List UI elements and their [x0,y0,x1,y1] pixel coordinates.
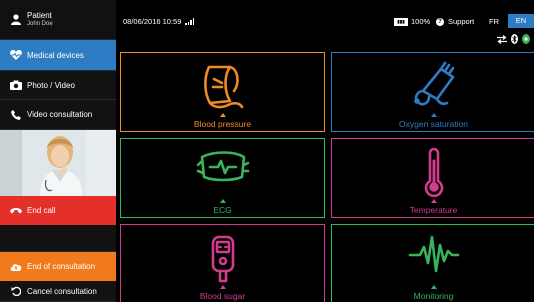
connectivity-icons [497,34,530,44]
tile-indicator-triangle [219,285,226,289]
device-tile-blood-sugar[interactable]: Blood sugar [120,224,325,302]
pulse-oximeter-icon [413,61,454,106]
datetime: 08/06/2016 10:59 [123,17,195,26]
hang-up-icon [9,204,23,218]
patient-info[interactable]: Patient John Doe [0,0,116,40]
signal-icon [185,18,195,25]
cloud-upload-icon [9,260,23,274]
end-call-label: End call [27,206,56,215]
support-label: Support [448,17,475,26]
tile-indicator-triangle [430,199,437,203]
tile-label: Oxygen saturation [399,119,468,129]
camera-icon [9,78,23,92]
sync-arrows-icon [497,34,507,44]
doctor-video-feed [0,130,116,196]
patient-label: Patient [27,10,52,20]
tile-label: Monitoring [413,291,454,301]
heartbeat-icon [408,235,459,273]
datetime-text: 08/06/2016 10:59 [123,17,182,26]
connection-status-icon [522,34,530,44]
battery-icon: ▮▮▮ [394,17,408,26]
tile-label: ECG [213,205,232,215]
tile-indicator-triangle [430,113,437,117]
tile-indicator-triangle [219,113,226,117]
sidebar-item-label: Video consultation [27,110,93,119]
device-tile-ecg[interactable]: ECG [120,138,325,218]
language-en-button[interactable]: EN [508,14,534,28]
undo-icon [9,284,23,298]
thermometer-icon [424,147,443,197]
sidebar: Patient John Doe Medical devices Photo /… [0,0,116,302]
tile-label: Blood sugar [199,291,246,301]
patient-name: John Doe [27,20,53,27]
heart-pulse-icon [9,48,23,62]
sidebar-item-photo-video[interactable]: Photo / Video [0,71,116,100]
language-fr-button[interactable]: FR [489,17,499,26]
blood-pressure-cuff-icon [203,65,243,109]
glucometer-icon [211,235,234,283]
tile-indicator-triangle [219,199,226,203]
sidebar-item-video-consultation[interactable]: Video consultation [0,100,116,130]
device-tile-oxygen-saturation[interactable]: Oxygen saturation [331,52,534,132]
status-bar: 08/06/2016 10:59 ▮▮▮ 100% ? Support FR E… [116,0,534,50]
cancel-consultation-button[interactable]: Cancel consultation [0,281,116,302]
sidebar-item-label: Photo / Video [27,80,75,90]
device-tile-temperature[interactable]: Temperature [331,138,534,218]
support-link[interactable]: ? Support [436,17,474,26]
sidebar-spacer [0,225,116,252]
battery-percent: 100% [411,17,431,26]
end-consultation-label: End of consultation [27,262,96,271]
device-tile-blood-pressure[interactable]: Blood pressure [120,52,325,132]
end-call-button[interactable]: End call [0,196,116,225]
help-icon: ? [436,17,444,26]
sidebar-item-medical-devices[interactable]: Medical devices [0,40,116,71]
user-icon [9,13,23,27]
bluetooth-icon [511,34,518,44]
battery-status: ▮▮▮ 100% [394,17,430,26]
doctor-portrait-image [0,130,116,196]
end-consultation-button[interactable]: End of consultation [0,252,116,281]
tile-label: Blood pressure [193,119,252,129]
tile-indicator-triangle [430,285,437,289]
tablet-screen: Patient John Doe Medical devices Photo /… [0,0,534,302]
sidebar-item-label: Medical devices [27,50,84,60]
phone-icon [9,108,23,122]
ecg-device-icon [196,151,249,182]
tile-label: Temperature [409,205,458,215]
device-tile-monitoring[interactable]: Monitoring [331,224,534,302]
cancel-consultation-label: Cancel consultation [27,286,97,296]
